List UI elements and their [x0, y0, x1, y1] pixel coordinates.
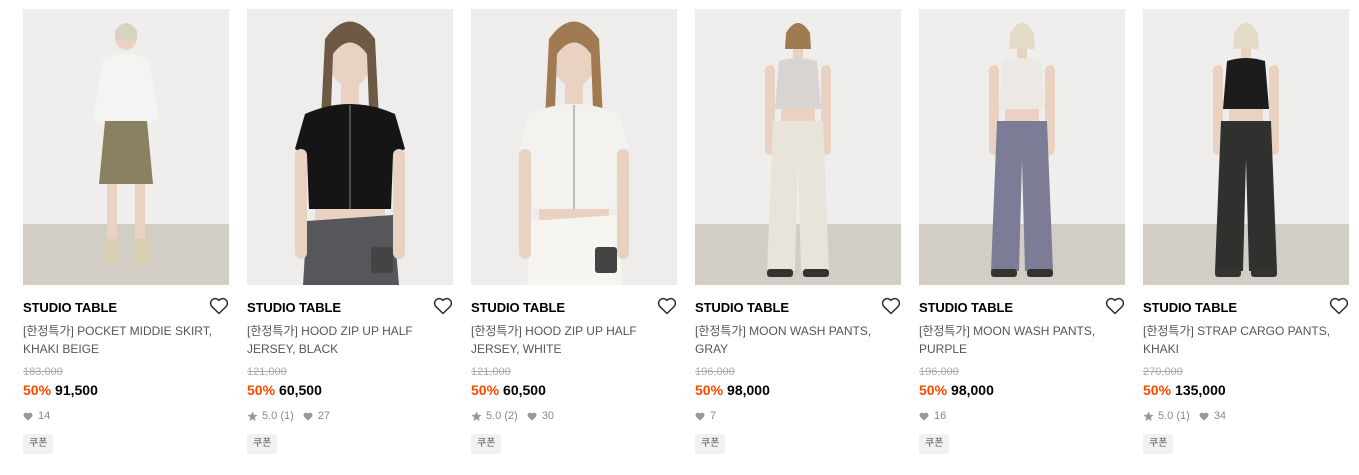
wishlist-heart-icon[interactable] [1329, 297, 1349, 315]
product-name[interactable]: [한정특가] MOON WASH PANTS, GRAY [695, 322, 901, 358]
brand-name[interactable]: STUDIO TABLE [23, 300, 117, 315]
product-card[interactable]: STUDIO TABLE [한정특가] POCKET MIDDIE SKIRT,… [23, 9, 229, 469]
star-icon [247, 411, 258, 421]
star-icon [1143, 411, 1154, 421]
wishlist-heart-icon[interactable] [1105, 297, 1125, 315]
brand-row: STUDIO TABLE [23, 297, 229, 317]
sale-price: 91,500 [55, 382, 98, 398]
coupon-badge: 쿠폰 [919, 434, 950, 454]
like-heart-icon [695, 412, 705, 421]
like-count: 34 [1213, 410, 1227, 422]
product-card[interactable]: STUDIO TABLE [한정특가] MOON WASH PANTS, PUR… [919, 9, 1125, 469]
price-row: 50% 98,000 [919, 382, 994, 398]
product-card[interactable]: STUDIO TABLE [한정특가] HOOD ZIP UP HALF JER… [471, 9, 677, 469]
price-row: 50% 60,500 [471, 382, 546, 398]
like-heart-icon [303, 412, 313, 421]
coupon-badge: 쿠폰 [23, 434, 54, 454]
discount-rate: 50% [919, 382, 948, 398]
brand-name[interactable]: STUDIO TABLE [1143, 300, 1237, 315]
like-heart-icon [919, 412, 929, 421]
review-count: (1) [280, 410, 294, 422]
coupon-badge: 쿠폰 [695, 434, 726, 454]
sale-price: 135,000 [1175, 382, 1226, 398]
brand-name[interactable]: STUDIO TABLE [919, 300, 1013, 315]
wishlist-heart-icon[interactable] [433, 297, 453, 315]
like-heart-icon [1199, 412, 1209, 421]
discount-rate: 50% [247, 382, 276, 398]
wishlist-heart-icon[interactable] [657, 297, 677, 315]
like-count: 16 [934, 410, 947, 422]
product-name[interactable]: [한정특가] MOON WASH PANTS, PURPLE [919, 322, 1125, 358]
product-name[interactable]: [한정특가] STRAP CARGO PANTS, KHAKI [1143, 322, 1349, 358]
price-row: 50% 91,500 [23, 382, 98, 398]
rating-value: 5.0 (1) [262, 410, 294, 422]
like-count: 7 [710, 410, 717, 422]
price-row: 50% 135,000 [1143, 382, 1226, 398]
product-card[interactable]: STUDIO TABLE [한정특가] HOOD ZIP UP HALF JER… [247, 9, 453, 469]
product-name[interactable]: [한정특가] POCKET MIDDIE SKIRT, KHAKI BEIGE [23, 322, 229, 358]
original-price: 270,000 [1143, 366, 1183, 378]
wishlist-heart-icon[interactable] [881, 297, 901, 315]
price-row: 50% 60,500 [247, 382, 322, 398]
product-image[interactable] [247, 9, 453, 285]
product-card[interactable]: STUDIO TABLE [한정특가] STRAP CARGO PANTS, K… [1143, 9, 1349, 469]
brand-row: STUDIO TABLE [919, 297, 1125, 317]
coupon-badge: 쿠폰 [1143, 434, 1174, 454]
review-count: (2) [504, 410, 518, 422]
product-meta: 5.0 (1) 34 [1143, 410, 1226, 422]
brand-name[interactable]: STUDIO TABLE [695, 300, 789, 315]
like-heart-icon [527, 412, 537, 421]
product-meta: 14 [23, 410, 50, 422]
brand-row: STUDIO TABLE [247, 297, 453, 317]
brand-name[interactable]: STUDIO TABLE [247, 300, 341, 315]
brand-row: STUDIO TABLE [471, 297, 677, 317]
original-price: 121,000 [247, 366, 287, 378]
brand-name[interactable]: STUDIO TABLE [471, 300, 565, 315]
product-image[interactable] [1143, 9, 1349, 285]
discount-rate: 50% [695, 382, 724, 398]
product-image[interactable] [695, 9, 901, 285]
sale-price: 60,500 [279, 382, 322, 398]
wishlist-heart-icon[interactable] [209, 297, 229, 315]
like-heart-icon [23, 412, 33, 421]
product-name[interactable]: [한정특가] HOOD ZIP UP HALF JERSEY, BLACK [247, 322, 453, 358]
like-count: 30 [541, 410, 555, 422]
product-card[interactable]: STUDIO TABLE [한정특가] MOON WASH PANTS, GRA… [695, 9, 901, 469]
rating-value: 5.0 (1) [1158, 410, 1190, 422]
rating-value: 5.0 (2) [486, 410, 518, 422]
original-price: 121,000 [471, 366, 511, 378]
price-row: 50% 98,000 [695, 382, 770, 398]
brand-row: STUDIO TABLE [695, 297, 901, 317]
product-image[interactable] [471, 9, 677, 285]
like-count: 27 [317, 410, 331, 422]
product-meta: 7 [695, 410, 716, 422]
review-count: (1) [1176, 410, 1190, 422]
product-name[interactable]: [한정특가] HOOD ZIP UP HALF JERSEY, WHITE [471, 322, 677, 358]
discount-rate: 50% [471, 382, 500, 398]
product-image[interactable] [23, 9, 229, 285]
product-image[interactable] [919, 9, 1125, 285]
coupon-badge: 쿠폰 [247, 434, 278, 454]
sale-price: 98,000 [951, 382, 994, 398]
product-meta: 5.0 (1) 27 [247, 410, 330, 422]
original-price: 196,000 [695, 366, 735, 378]
like-count: 14 [38, 410, 51, 422]
discount-rate: 50% [1143, 382, 1172, 398]
coupon-badge: 쿠폰 [471, 434, 502, 454]
original-price: 183,000 [23, 366, 63, 378]
star-icon [471, 411, 482, 421]
sale-price: 60,500 [503, 382, 546, 398]
sale-price: 98,000 [727, 382, 770, 398]
product-meta: 16 [919, 410, 946, 422]
discount-rate: 50% [23, 382, 52, 398]
product-meta: 5.0 (2) 30 [471, 410, 554, 422]
brand-row: STUDIO TABLE [1143, 297, 1349, 317]
original-price: 196,000 [919, 366, 959, 378]
product-grid: STUDIO TABLE [한정특가] POCKET MIDDIE SKIRT,… [0, 0, 1359, 475]
